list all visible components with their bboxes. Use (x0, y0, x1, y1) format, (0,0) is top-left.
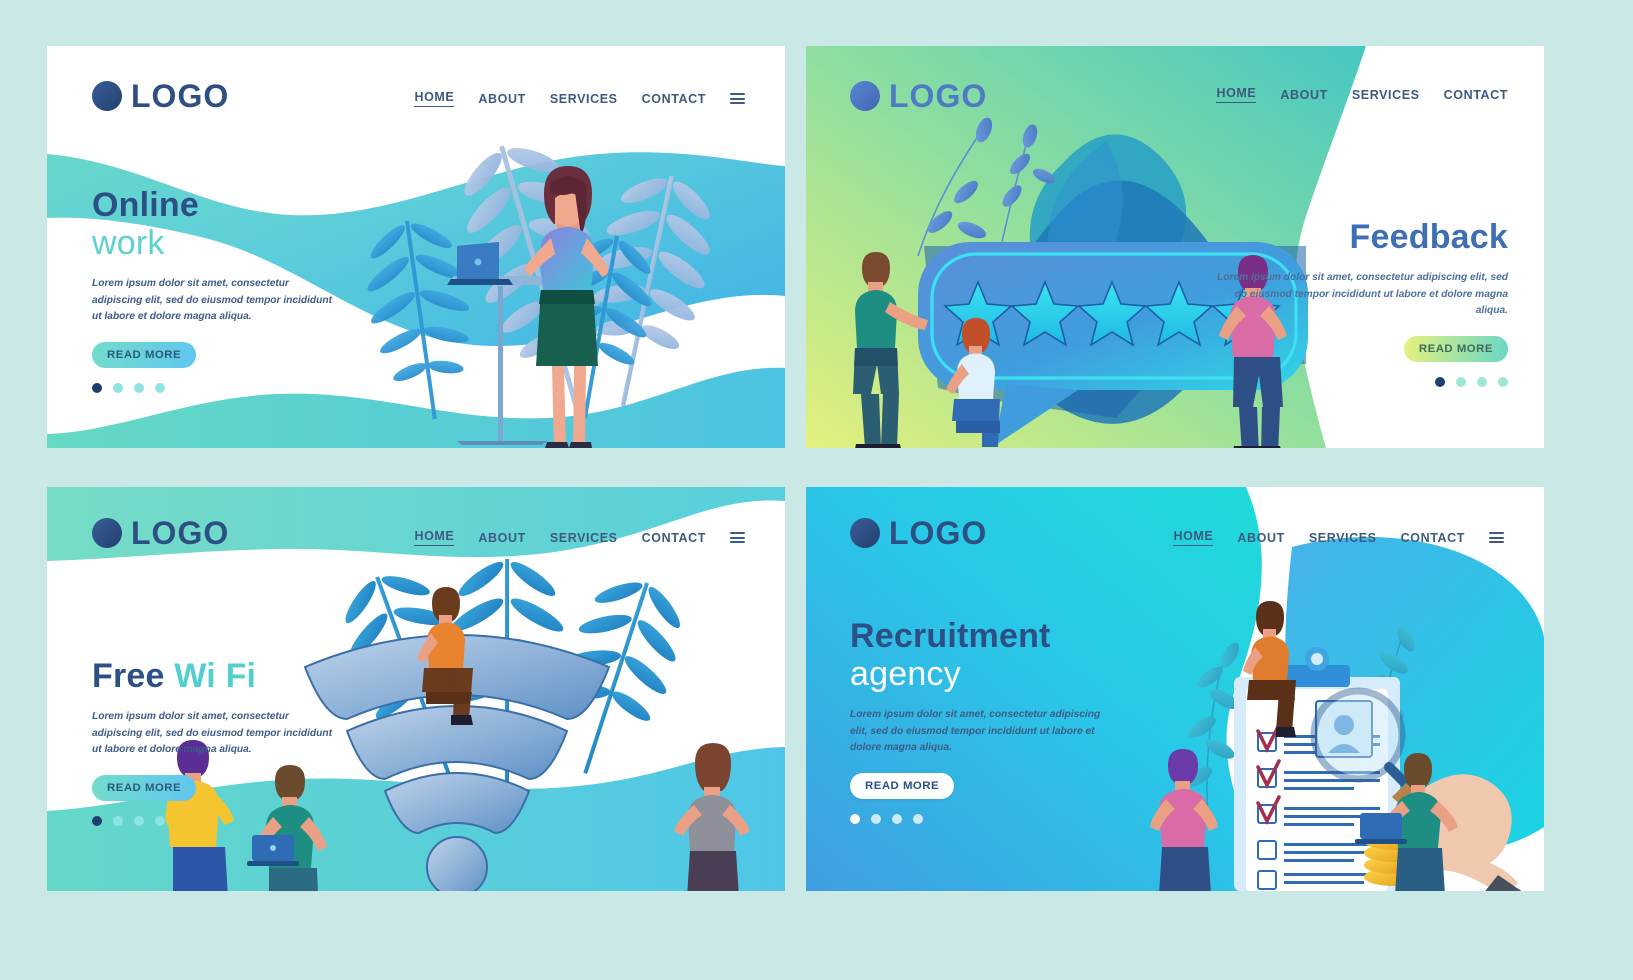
panel-online-work: LOGO HOME ABOUT SERVICES CONTACT Online … (47, 46, 785, 448)
logo-mark-icon (92, 518, 122, 548)
hero-copy-recruitment: Recruitment agency Lorem ipsum dolor sit… (850, 617, 1110, 824)
nav-item-contact[interactable]: CONTACT (1444, 88, 1508, 102)
landing-page-set: LOGO HOME ABOUT SERVICES CONTACT Online … (0, 0, 1633, 980)
nav-item-services[interactable]: SERVICES (1352, 88, 1420, 102)
logo-text: LOGO (889, 515, 988, 551)
title-line-2: agency (850, 655, 961, 694)
logo-free-wifi[interactable]: LOGO (92, 517, 229, 549)
panel-feedback: LOGO HOME ABOUT SERVICES CONTACT Feedbac… (806, 46, 1544, 448)
hamburger-menu-icon[interactable] (730, 532, 745, 543)
nav-recruitment: HOME ABOUT SERVICES CONTACT (1173, 529, 1504, 546)
title-line-2: work (92, 224, 165, 263)
nav-item-about[interactable]: ABOUT (1280, 88, 1327, 102)
hero-description: Lorem ipsum dolor sit amet, consectetur … (92, 278, 332, 323)
page-title-free-wifi: Free Wi Fi (92, 657, 342, 695)
title-line-1: Online (92, 186, 199, 224)
hero-description: Lorem ipsum dolor sit amet, consectetur … (1217, 272, 1508, 317)
nav-item-services[interactable]: SERVICES (550, 92, 618, 106)
nav-item-about[interactable]: ABOUT (1237, 531, 1284, 545)
logo-text: LOGO (889, 78, 988, 114)
pagination-dot-4[interactable] (155, 382, 165, 393)
pagination-dot-3[interactable] (134, 815, 144, 826)
nav-free-wifi: HOME ABOUT SERVICES CONTACT (414, 529, 745, 546)
pagination-dot-1[interactable] (92, 382, 102, 393)
pagination-dot-2[interactable] (1456, 376, 1466, 387)
nav-item-home[interactable]: HOME (1216, 86, 1257, 103)
pagination-dot-3[interactable] (1477, 376, 1487, 387)
nav-item-about[interactable]: ABOUT (478, 92, 525, 106)
logo-feedback[interactable]: LOGO (850, 80, 987, 112)
nav-item-home[interactable]: HOME (1173, 529, 1214, 546)
nav-feedback: HOME ABOUT SERVICES CONTACT (1216, 86, 1508, 103)
carousel-pagination (92, 382, 342, 393)
title-line-1: Recruitment (850, 617, 1051, 655)
nav-item-services[interactable]: SERVICES (1309, 531, 1377, 545)
title-line-2: Wi Fi (174, 657, 257, 695)
carousel-pagination (850, 813, 1110, 824)
read-more-button[interactable]: READ MORE (92, 774, 197, 801)
pagination-dot-1[interactable] (92, 815, 102, 826)
logo-recruitment[interactable]: LOGO (850, 517, 987, 549)
page-title-online-work: Online work (92, 186, 342, 262)
nav-item-about[interactable]: ABOUT (478, 531, 525, 545)
carousel-pagination (92, 815, 342, 826)
read-more-button[interactable]: READ MORE (1403, 335, 1508, 362)
carousel-pagination (1208, 376, 1508, 387)
hero-description: Lorem ipsum dolor sit amet, consectetur … (92, 711, 332, 756)
pagination-dot-3[interactable] (892, 813, 902, 824)
logo-text: LOGO (131, 515, 230, 551)
panel-free-wifi: LOGO HOME ABOUT SERVICES CONTACT Free Wi… (47, 487, 785, 891)
pagination-dot-4[interactable] (1498, 376, 1508, 387)
nav-item-services[interactable]: SERVICES (550, 531, 618, 545)
person-right-grey (674, 743, 750, 891)
hamburger-menu-icon[interactable] (1489, 532, 1504, 543)
page-title-recruitment: Recruitment agency (850, 617, 1110, 693)
nav-item-contact[interactable]: CONTACT (642, 531, 706, 545)
pagination-dot-2[interactable] (113, 815, 123, 826)
pagination-dot-2[interactable] (113, 382, 123, 393)
logo-mark-icon (850, 518, 880, 548)
hero-description: Lorem ipsum dolor sit amet, consectetur … (850, 709, 1101, 754)
pagination-dot-1[interactable] (850, 813, 860, 824)
nav-item-home[interactable]: HOME (414, 529, 455, 546)
hero-copy-online-work: Online work Lorem ipsum dolor sit amet, … (92, 186, 342, 393)
nav-item-contact[interactable]: CONTACT (1401, 531, 1465, 545)
hamburger-menu-icon[interactable] (730, 93, 745, 104)
pagination-dot-1[interactable] (1435, 376, 1445, 387)
pagination-dot-4[interactable] (913, 813, 923, 824)
read-more-button[interactable]: READ MORE (92, 341, 197, 368)
page-title-feedback: Feedback (1349, 218, 1508, 256)
logo-mark-icon (850, 81, 880, 111)
read-more-button[interactable]: READ MORE (850, 772, 955, 799)
pagination-dot-4[interactable] (155, 815, 165, 826)
logo-mark-icon (92, 81, 122, 111)
person-left (853, 252, 928, 448)
title-line-1: Free (92, 657, 165, 695)
panel-recruitment-agency: LOGO HOME ABOUT SERVICES CONTACT Recruit… (806, 487, 1544, 891)
logo-text: LOGO (131, 78, 230, 114)
pagination-dot-3[interactable] (134, 382, 144, 393)
logo-online-work[interactable]: LOGO (92, 80, 229, 112)
nav-item-contact[interactable]: CONTACT (642, 92, 706, 106)
nav-online-work: HOME ABOUT SERVICES CONTACT (414, 90, 745, 107)
hero-copy-free-wifi: Free Wi Fi Lorem ipsum dolor sit amet, c… (92, 657, 342, 826)
pagination-dot-2[interactable] (871, 813, 881, 824)
hero-copy-feedback: Feedback Lorem ipsum dolor sit amet, con… (1208, 218, 1508, 387)
nav-item-home[interactable]: HOME (414, 90, 455, 107)
